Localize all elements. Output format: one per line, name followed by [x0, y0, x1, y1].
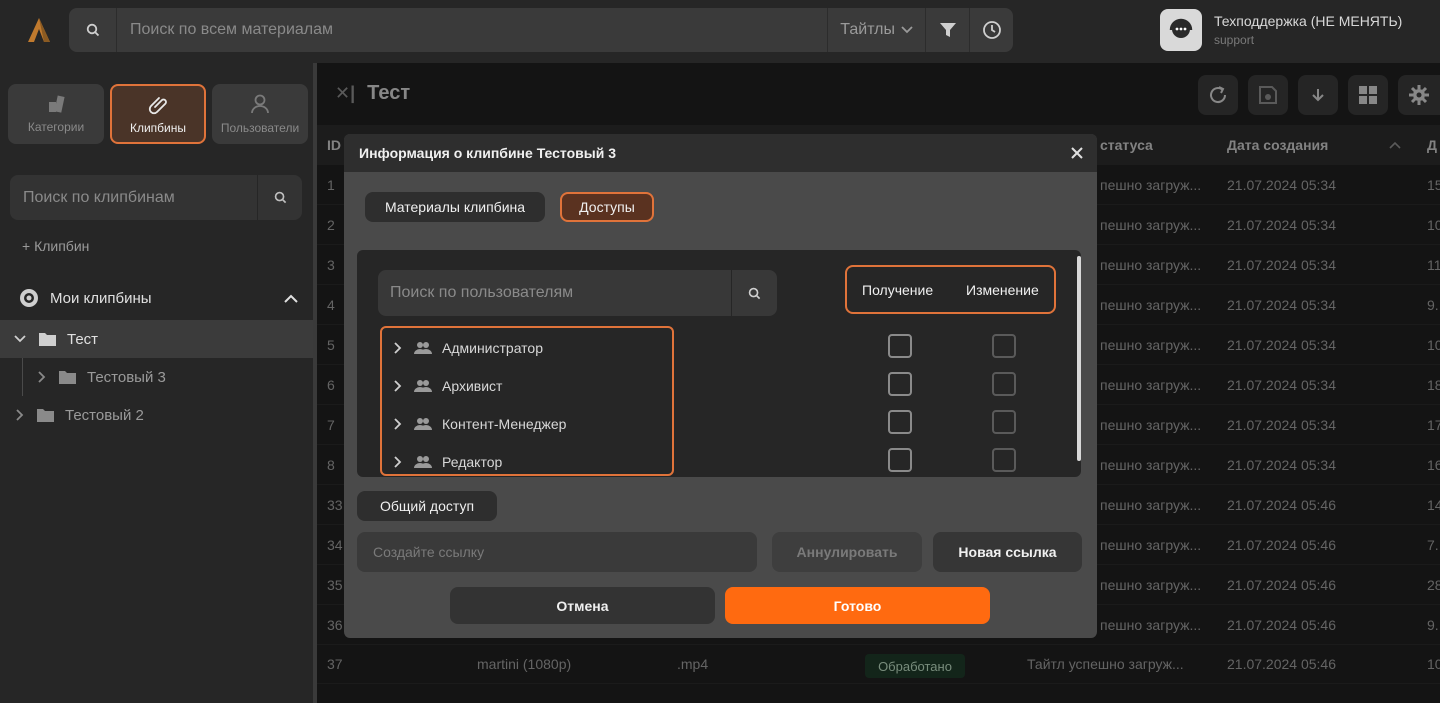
- headset-icon: [1169, 18, 1193, 38]
- group-row[interactable]: Контент-Менеджер: [382, 405, 566, 443]
- app-logo[interactable]: [24, 16, 54, 44]
- search-icon[interactable]: [257, 175, 302, 220]
- cancel-button[interactable]: Отмена: [450, 587, 715, 624]
- receive-checkbox[interactable]: [888, 410, 912, 434]
- modal-header: Информация о клипбине Тестовый 3: [344, 134, 1097, 172]
- chevron-right-icon[interactable]: [394, 342, 402, 354]
- filter-button[interactable]: [925, 8, 969, 52]
- tab-users-label: Пользователи: [220, 121, 300, 135]
- receive-checkbox[interactable]: [888, 334, 912, 358]
- edit-checkbox[interactable]: [992, 372, 1016, 396]
- group-name: Архивист: [442, 378, 503, 394]
- chevron-right-icon[interactable]: [16, 409, 24, 421]
- close-icon[interactable]: [1071, 147, 1083, 159]
- revoke-button[interactable]: Аннулировать: [772, 532, 922, 572]
- history-button[interactable]: [969, 8, 1013, 52]
- tab-materials[interactable]: Материалы клипбина: [365, 192, 545, 222]
- chevron-down-icon: [901, 26, 913, 34]
- paperclip-icon: [148, 97, 167, 115]
- sidebar-tabs: Категории Клипбины Пользователи: [8, 84, 308, 144]
- filter-icon: [939, 23, 956, 37]
- user-search-input[interactable]: Поиск по пользователям: [378, 284, 731, 302]
- edit-checkbox[interactable]: [992, 448, 1016, 472]
- categories-icon: [49, 95, 65, 113]
- global-search-input[interactable]: Поиск по всем материалам: [117, 21, 827, 39]
- receive-checkbox[interactable]: [888, 372, 912, 396]
- scrollbar[interactable]: [1077, 256, 1081, 461]
- folder-icon: [59, 371, 76, 384]
- chevron-right-icon[interactable]: [394, 418, 402, 430]
- access-panel: Поиск по пользователям Получение Изменен…: [357, 250, 1081, 477]
- search-icon[interactable]: [731, 270, 777, 316]
- tab-categories-label: Категории: [27, 120, 85, 134]
- tab-users[interactable]: Пользователи: [212, 84, 308, 144]
- col-receive: Получение: [862, 281, 934, 298]
- user-groups-list: Администратор Архивист Контент-Менеджер Ред…: [380, 326, 674, 476]
- add-clipbin-label: Клипбин: [34, 238, 90, 254]
- clock-icon: [982, 21, 1001, 39]
- user-group-icon: [414, 342, 432, 354]
- support-login: support: [1214, 33, 1255, 47]
- group-row[interactable]: Администратор: [382, 329, 543, 367]
- my-clipbins-header[interactable]: Мои клипбины: [18, 287, 298, 309]
- chevron-right-icon[interactable]: [394, 380, 402, 392]
- edit-checkbox[interactable]: [992, 410, 1016, 434]
- user-group-icon: [414, 418, 432, 430]
- chevron-right-icon[interactable]: [394, 456, 402, 468]
- my-clipbins-title: Мои клипбины: [50, 289, 152, 307]
- clipbin-info-modal: Информация о клипбине Тестовый 3 Материа…: [344, 134, 1097, 638]
- tab-categories[interactable]: Категории: [8, 84, 104, 144]
- tab-clipbins[interactable]: Клипбины: [110, 84, 206, 144]
- tree-item-test2[interactable]: Тестовый 2: [0, 396, 313, 434]
- search-type-dropdown[interactable]: Тайтлы: [827, 8, 925, 52]
- tab-access[interactable]: Доступы: [560, 192, 654, 222]
- modal-title: Информация о клипбине Тестовый 3: [359, 145, 617, 161]
- receive-checkbox[interactable]: [888, 448, 912, 472]
- user-search: Поиск по пользователям: [378, 270, 777, 316]
- group-name: Редактор: [442, 454, 503, 470]
- global-search-bar: Поиск по всем материалам Тайтлы: [69, 8, 1013, 52]
- clipbin-search-input[interactable]: Поиск по клипбинам: [10, 189, 257, 207]
- support-profile[interactable]: Техподдержка (НЕ МЕНЯТЬ) support: [1160, 9, 1402, 51]
- chevron-up-icon[interactable]: [284, 294, 298, 303]
- add-clipbin-button[interactable]: + Клипбин: [22, 238, 89, 254]
- search-type-label: Тайтлы: [840, 21, 895, 38]
- sidebar: Категории Клипбины Пользователи Поиск по…: [0, 63, 313, 703]
- group-row[interactable]: Архивист: [382, 367, 502, 405]
- chevron-down-icon[interactable]: [14, 335, 26, 343]
- folder-icon: [37, 409, 54, 422]
- share-access-button[interactable]: Общий доступ: [357, 491, 497, 521]
- new-link-button[interactable]: Новая ссылка: [933, 532, 1082, 572]
- folder-open-icon: [39, 333, 56, 346]
- avatar: [1160, 9, 1202, 51]
- tree-item-label: Тестовый 3: [87, 368, 166, 386]
- share-link-field[interactable]: Создайте ссылку: [357, 532, 757, 572]
- edit-checkbox[interactable]: [992, 334, 1016, 358]
- tab-clipbins-label: Клипбины: [129, 121, 187, 135]
- search-icon[interactable]: [69, 8, 117, 52]
- clipbin-search: Поиск по клипбинам: [10, 175, 302, 220]
- tree-item-test3[interactable]: Тестовый 3: [0, 358, 313, 396]
- done-button[interactable]: Готово: [725, 587, 990, 624]
- tree-item-test[interactable]: Тест: [0, 320, 313, 358]
- plus-icon: +: [22, 238, 35, 254]
- support-name: Техподдержка (НЕ МЕНЯТЬ): [1214, 13, 1403, 29]
- permission-columns-header: Получение Изменение: [845, 265, 1056, 314]
- col-edit: Изменение: [966, 281, 1039, 298]
- chevron-right-icon[interactable]: [38, 371, 46, 383]
- group-name: Контент-Менеджер: [442, 416, 567, 432]
- group-name: Администратор: [442, 340, 544, 356]
- user-group-icon: [414, 380, 432, 392]
- tree-item-label: Тест: [67, 330, 99, 348]
- tree-item-label: Тестовый 2: [65, 406, 144, 424]
- top-bar: Поиск по всем материалам Тайтлы Техподде…: [0, 0, 1440, 63]
- group-row[interactable]: Редактор: [382, 443, 502, 481]
- clipbin-group-icon: [20, 289, 38, 307]
- user-icon: [251, 94, 269, 114]
- user-group-icon: [414, 456, 432, 468]
